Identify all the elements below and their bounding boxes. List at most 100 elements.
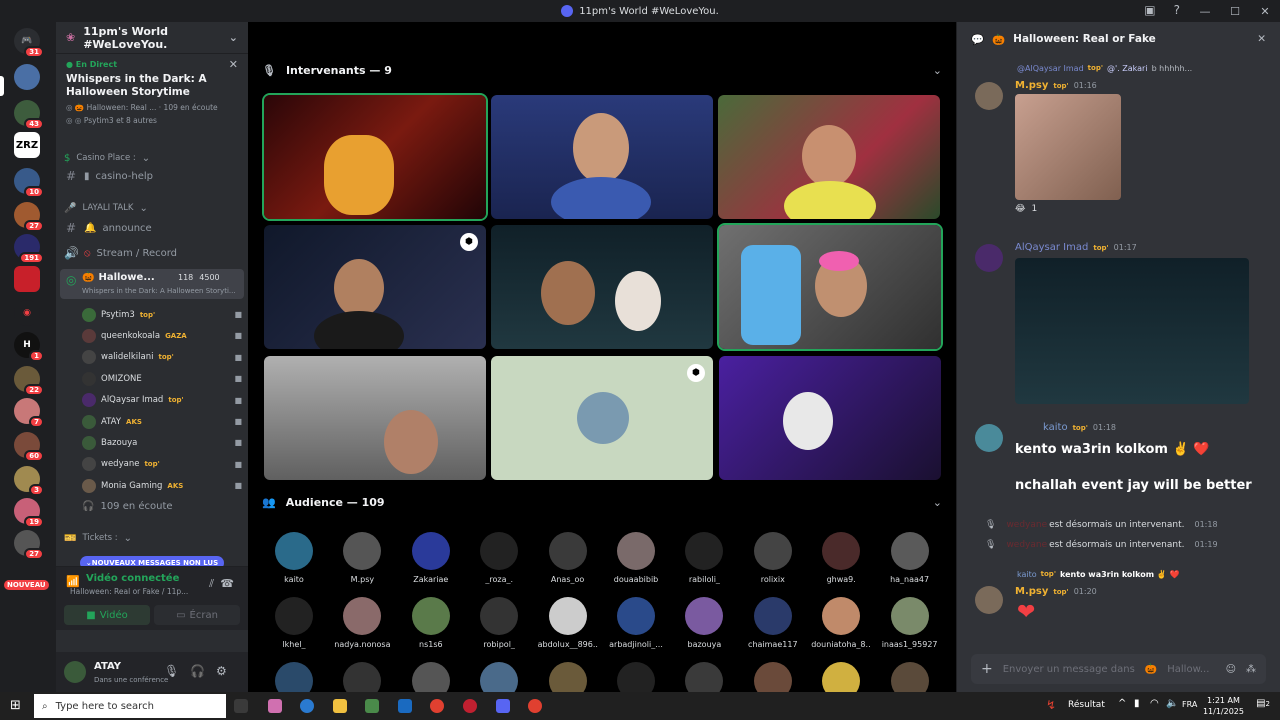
result-label[interactable]: Résultat: [1068, 700, 1105, 710]
tray-chevron-icon[interactable]: ^: [1118, 698, 1126, 709]
inbox-icon[interactable]: ▣: [1144, 3, 1155, 17]
voice-member[interactable]: Psytim3 top' ■: [82, 305, 242, 324]
voice-member[interactable]: queenkokoala GAZA ■: [82, 326, 242, 345]
active-stage-channel[interactable]: ◎ 🎃 Hallowe... 118 4500 Whispers in the Da…: [60, 269, 244, 299]
message-composer[interactable]: + Envoyer un message dans 🎃 Hallow... ☺ …: [971, 654, 1266, 684]
audience-header[interactable]: 👥 Audience — 109: [262, 492, 385, 512]
reply-preview[interactable]: kaito top' kento wa3rin kolkom ✌️ ❤️: [1017, 570, 1180, 579]
voice-member[interactable]: AlQaysar Imad top' ■: [82, 391, 242, 410]
audience-member[interactable]: chaimae117: [743, 597, 803, 649]
speaker-video-tile[interactable]: [719, 225, 941, 349]
speaker-video-tile[interactable]: ⬢: [264, 225, 486, 349]
avatar[interactable]: [975, 424, 1003, 452]
minimize-button[interactable]: —: [1190, 5, 1220, 18]
channel-stream-record[interactable]: 🔊 ⦸ Stream / Record: [64, 243, 242, 263]
chrome-icon[interactable]: [430, 699, 444, 713]
author-name[interactable]: M.psy: [1015, 586, 1048, 597]
app-icon[interactable]: [463, 699, 477, 713]
battery-icon[interactable]: ▮: [1134, 698, 1140, 709]
audience-member[interactable]: robipol_: [469, 597, 529, 649]
audience-member[interactable]: inaas1_95927: [880, 597, 940, 649]
emoji-icon[interactable]: ☺: [1226, 664, 1236, 675]
channel-announce[interactable]: # 🔔 announce: [64, 218, 242, 238]
server-icon[interactable]: 22: [14, 366, 44, 396]
audience-member[interactable]: rolixix: [743, 532, 803, 584]
audience-member[interactable]: Zakariae: [401, 532, 461, 584]
audience-member[interactable]: ghwa9.: [811, 532, 871, 584]
category-casino[interactable]: $ Casino Place : ⌄: [64, 148, 242, 168]
wifi-icon[interactable]: ◠: [1150, 698, 1159, 709]
gear-icon[interactable]: ⚙: [216, 664, 227, 678]
audience-member[interactable]: bazouya: [674, 597, 734, 649]
listening-count[interactable]: 🎧 109 en écoute: [82, 496, 242, 516]
server-icon[interactable]: 3: [14, 466, 44, 496]
volume-icon[interactable]: 🔈: [1166, 698, 1178, 709]
server-icon[interactable]: 60: [14, 432, 44, 462]
clock[interactable]: 1:21 AM 11/1/2025: [1203, 695, 1244, 717]
channel-casino-help[interactable]: # ▮ casino-help: [64, 166, 242, 186]
explorer-icon[interactable]: [333, 699, 347, 713]
chevron-down-icon[interactable]: ⌄: [933, 496, 942, 509]
avatar[interactable]: [64, 661, 86, 683]
audience-member[interactable]: arbadjinoli_...: [606, 597, 666, 649]
image-attachment[interactable]: [1015, 258, 1249, 404]
video-button[interactable]: ■ Vidéo: [64, 605, 150, 625]
server-icon[interactable]: H1: [14, 332, 44, 362]
disconnect-icon[interactable]: ☎: [220, 577, 234, 590]
audience-member[interactable]: kaito: [264, 532, 324, 584]
audience-member[interactable]: ns1s6: [401, 597, 461, 649]
close-icon[interactable]: ✕: [1257, 33, 1266, 45]
speaker-video-tile[interactable]: [491, 225, 713, 349]
server-icon[interactable]: [14, 64, 40, 90]
help-icon[interactable]: ?: [1174, 3, 1180, 17]
server-icon[interactable]: 43: [14, 100, 44, 130]
store-icon[interactable]: [365, 699, 379, 713]
author-name[interactable]: AlQaysar Imad: [1015, 242, 1088, 253]
voice-member[interactable]: Bazouya ■: [82, 433, 242, 452]
reaction[interactable]: 😂 1: [1015, 204, 1037, 214]
chrome-icon[interactable]: [528, 699, 542, 713]
audience-member[interactable]: rabiloli_: [674, 532, 734, 584]
reply-preview[interactable]: @AlQaysar Imad top' @'. Zakari b hhhhh...: [1017, 64, 1192, 73]
category-layali[interactable]: 🎤 LAYALI TALK ⌄: [64, 198, 242, 218]
plus-icon[interactable]: +: [981, 661, 993, 677]
windows-start-icon[interactable]: ⊞: [10, 698, 21, 713]
audience-member[interactable]: nadya.nonosa: [332, 597, 392, 649]
audience-member[interactable]: Anas_oo: [538, 532, 598, 584]
speaker-video-tile[interactable]: ⬢: [491, 356, 713, 480]
speakers-header[interactable]: 🎙 Intervenants — 9: [262, 60, 392, 80]
discord-home-icon[interactable]: 🎮 31: [14, 28, 44, 58]
author-name[interactable]: M.psy: [1015, 80, 1048, 91]
taskbar-search[interactable]: ⌕ Type here to search: [34, 694, 226, 718]
close-window-button[interactable]: ✕: [1250, 5, 1280, 18]
server-icon[interactable]: 7: [14, 398, 44, 428]
audience-member[interactable]: abdolux__896...: [538, 597, 598, 649]
guild-header[interactable]: ❀ 11pm's World #WeLoveYou. ⌄: [56, 22, 248, 54]
speaker-video-tile[interactable]: [264, 356, 486, 480]
mic-icon[interactable]: 🎙: [164, 664, 179, 678]
headphones-icon[interactable]: 🎧: [190, 664, 205, 678]
avatar[interactable]: [975, 244, 1003, 272]
voice-member[interactable]: OMIZONE ■: [82, 369, 242, 388]
avatar[interactable]: [975, 586, 1003, 614]
speaker-video-tile[interactable]: [719, 356, 941, 480]
avatar[interactable]: [975, 82, 1003, 110]
voice-member[interactable]: walidelkilani top' ■: [82, 348, 242, 367]
new-unread-badge[interactable]: NOUVEAU: [4, 580, 49, 590]
speaker-video-tile[interactable]: [264, 95, 486, 219]
audience-member[interactable]: ha_naa47: [880, 532, 940, 584]
maximize-button[interactable]: ☐: [1220, 5, 1250, 18]
outlook-icon[interactable]: [398, 699, 412, 713]
voice-member[interactable]: Monia Gaming AKS ■: [82, 476, 242, 495]
discord-icon[interactable]: [496, 699, 510, 713]
voice-member[interactable]: ATAY AKS ■: [82, 412, 242, 431]
notification-icon[interactable]: ▤2: [1256, 698, 1270, 709]
audience-member[interactable]: _roza_.: [469, 532, 529, 584]
server-icon[interactable]: 10: [14, 168, 44, 198]
language-indicator[interactable]: FRA: [1182, 700, 1197, 709]
chevron-down-icon[interactable]: ⌄: [933, 64, 942, 77]
edge-icon[interactable]: [300, 699, 314, 713]
speaker-video-tile[interactable]: [718, 95, 940, 219]
audience-member[interactable]: M.psy: [332, 532, 392, 584]
server-icon[interactable]: 191: [14, 234, 44, 264]
